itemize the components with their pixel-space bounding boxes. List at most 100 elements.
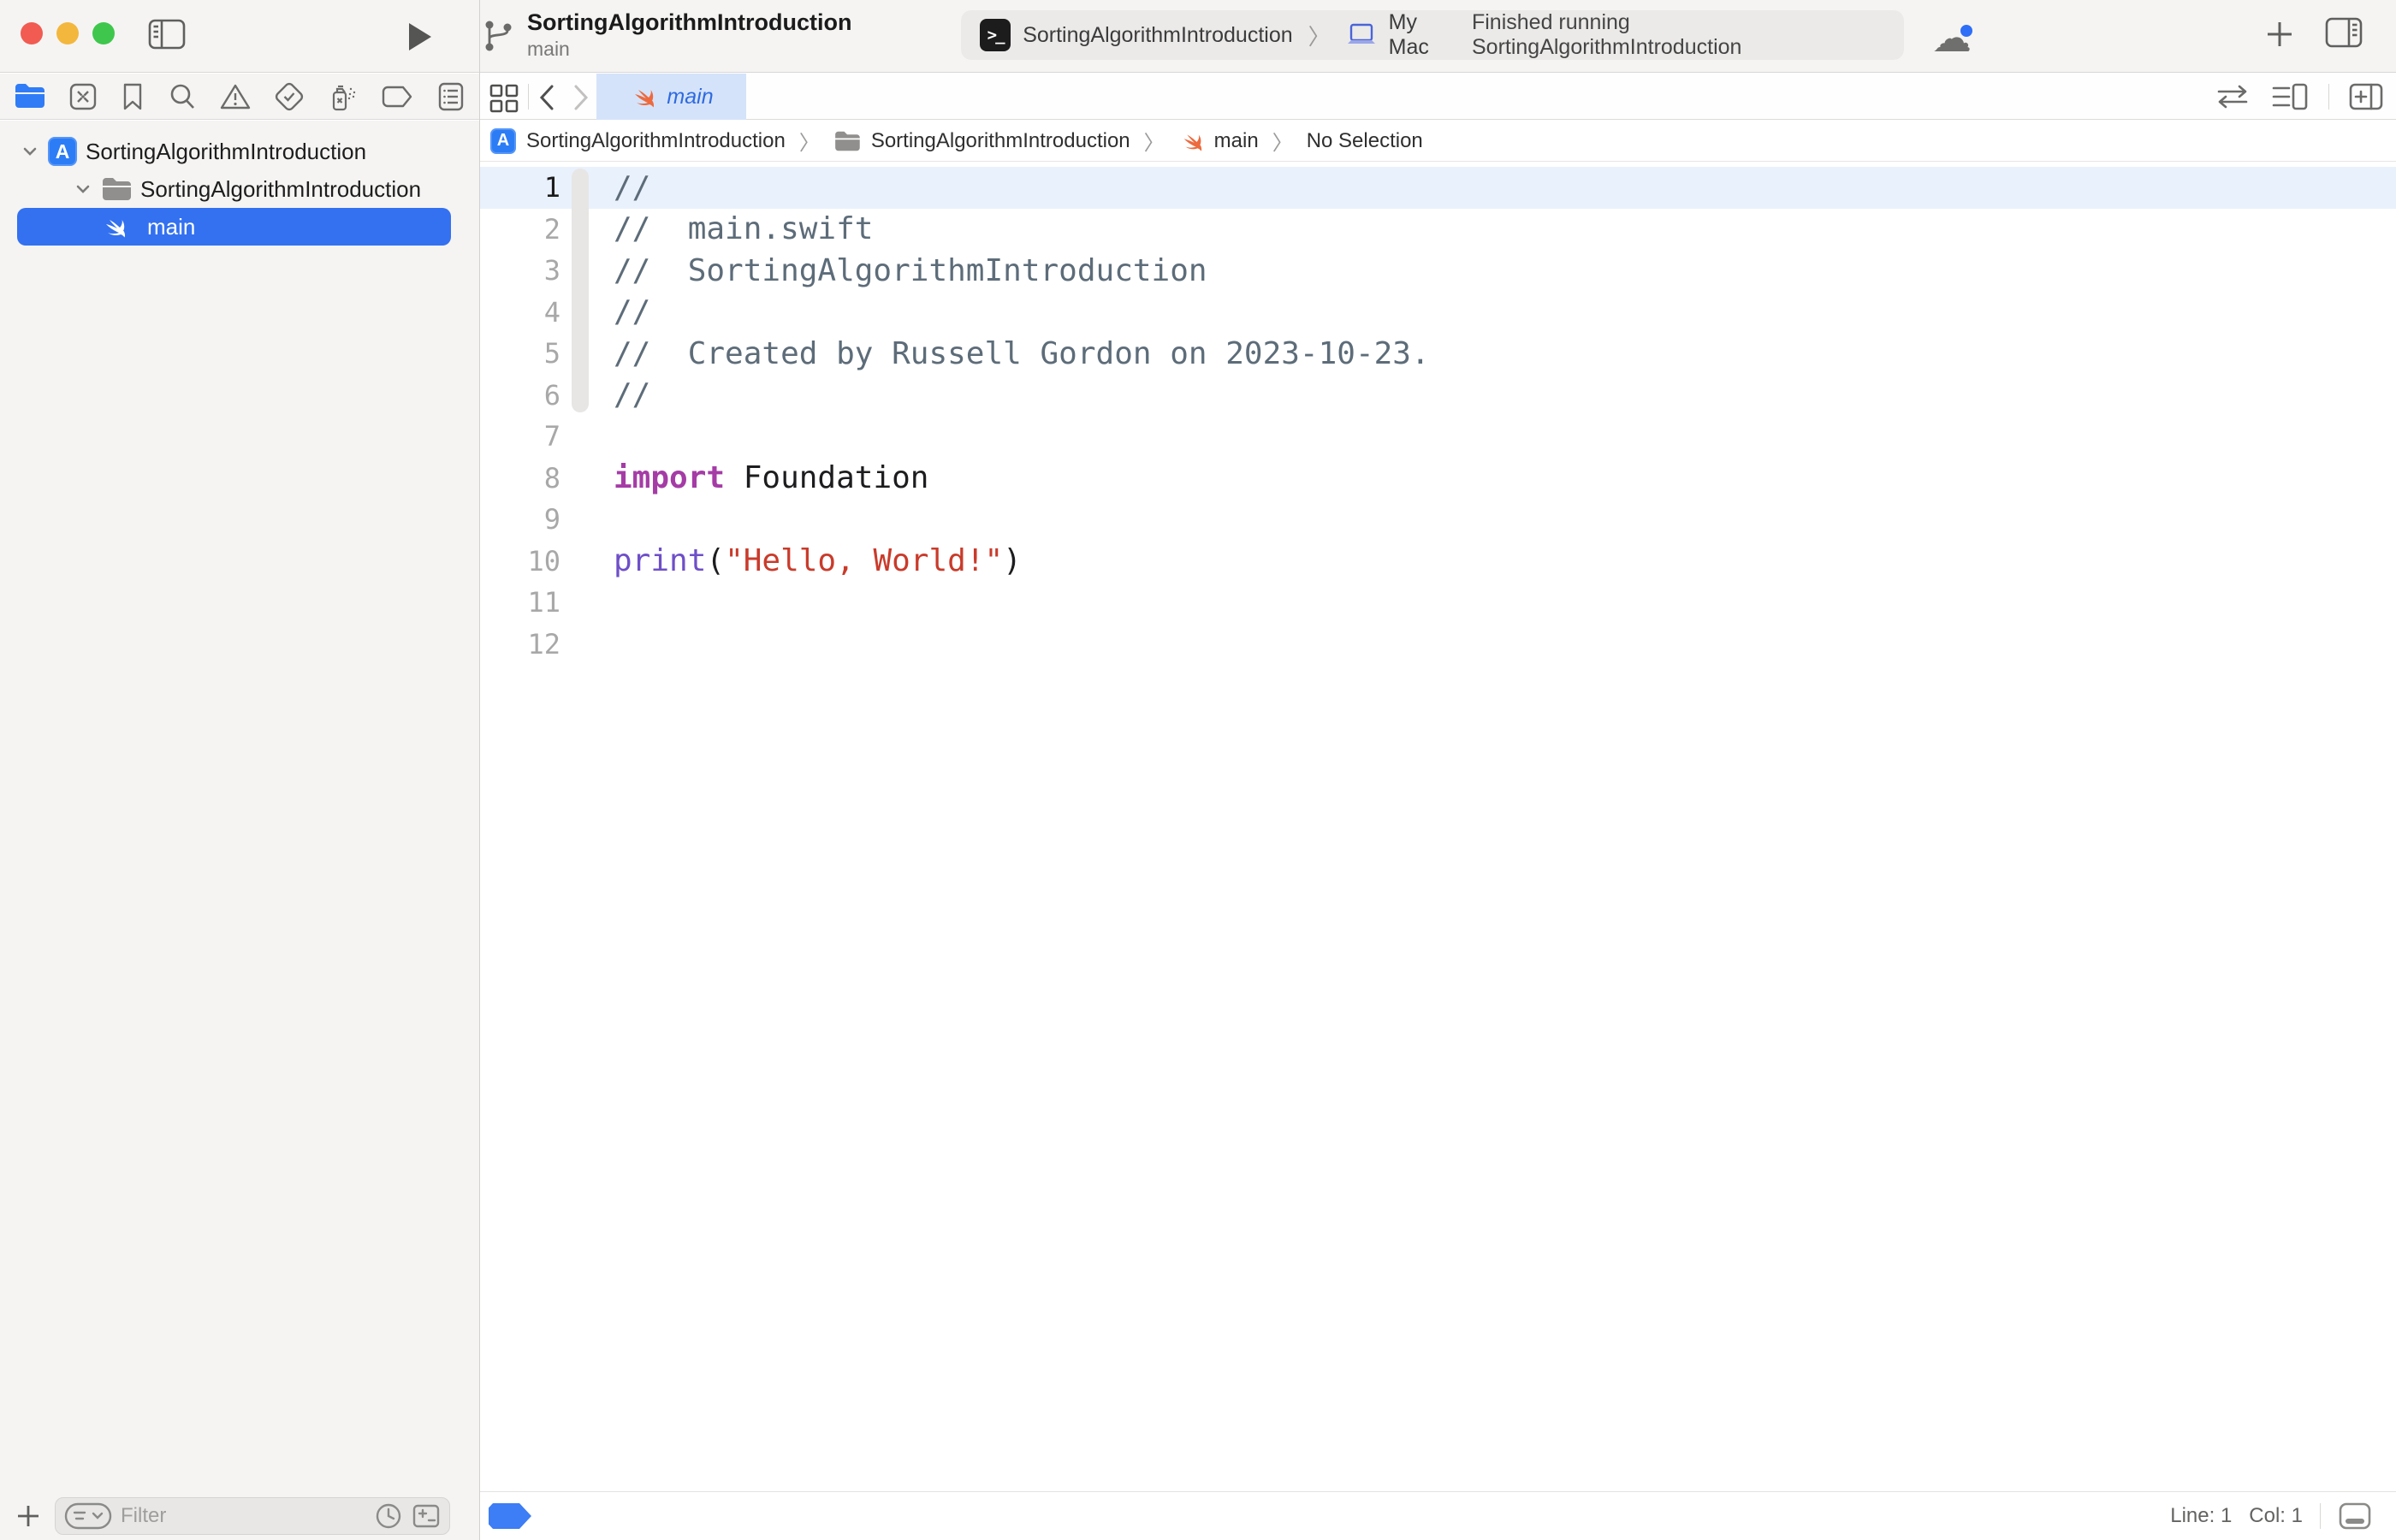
line-indicator: Line: 1: [2170, 1504, 2232, 1528]
code-line[interactable]: 1//: [480, 167, 2396, 209]
line-number[interactable]: 10: [480, 545, 560, 578]
breadcrumb-file[interactable]: main: [1214, 129, 1259, 153]
breadcrumb-selection[interactable]: No Selection: [1307, 129, 1423, 153]
line-number[interactable]: 8: [480, 462, 560, 495]
cloud-status-dot: [1958, 22, 1975, 39]
toolbar: SortingAlgorithmIntroduction main >_ Sor…: [0, 0, 2396, 73]
editor-controls: [2214, 74, 2384, 120]
find-navigator-icon[interactable]: [167, 81, 198, 112]
editor-options-icon[interactable]: [2270, 81, 2310, 112]
add-editor-icon[interactable]: [2348, 81, 2384, 112]
code-review-icon[interactable]: [2214, 83, 2251, 110]
go-back-icon[interactable]: [537, 82, 557, 113]
tree-item-project[interactable]: A SortingAlgorithmIntroduction: [0, 133, 479, 170]
code-line[interactable]: 8import Foundation: [480, 458, 2396, 500]
filter-menu-icon[interactable]: [64, 1502, 112, 1530]
laptop-icon: [1346, 22, 1377, 48]
sidebar-editor-divider[interactable]: [479, 0, 480, 1540]
activity-status-text: Finished running SortingAlgorithmIntrodu…: [1472, 10, 1885, 60]
swift-file-icon: [99, 214, 128, 240]
close-window-button[interactable]: [21, 22, 43, 44]
editor-tab-main[interactable]: main: [596, 74, 746, 120]
test-navigator-icon[interactable]: [273, 80, 305, 113]
status-divider: [2320, 1503, 2321, 1529]
code-line[interactable]: 6//: [480, 375, 2396, 417]
tree-item-group[interactable]: SortingAlgorithmIntroduction: [0, 170, 479, 208]
toggle-debug-area-icon[interactable]: [2338, 1502, 2372, 1531]
code-lines: 1//2// main.swift3// SortingAlgorithmInt…: [480, 163, 2396, 665]
source-control-filter-icon[interactable]: [412, 1503, 441, 1529]
line-number[interactable]: 1: [480, 171, 560, 204]
debug-navigator-icon[interactable]: [327, 80, 359, 113]
source-editor[interactable]: 1//2// main.swift3// SortingAlgorithmInt…: [480, 163, 2396, 1491]
breakpoints-toggle-icon[interactable]: [489, 1503, 531, 1529]
window-controls: [21, 22, 115, 44]
line-number[interactable]: 7: [480, 420, 560, 453]
issue-navigator-icon[interactable]: [219, 82, 252, 111]
run-button[interactable]: [406, 21, 435, 53]
code-text: print("Hello, World!"): [560, 543, 1022, 578]
tree-item-label: main: [147, 214, 195, 240]
breadcrumb-project[interactable]: SortingAlgorithmIntroduction: [526, 129, 786, 153]
report-navigator-icon[interactable]: [436, 81, 466, 112]
project-navigator-icon[interactable]: [14, 82, 46, 111]
toggle-inspector-sidebar-button[interactable]: [2324, 15, 2363, 50]
line-number[interactable]: 11: [480, 586, 560, 619]
scheme-separator: 〉: [1305, 20, 1334, 51]
toggle-navigator-sidebar-button[interactable]: [147, 17, 187, 51]
code-line[interactable]: 2// main.swift: [480, 209, 2396, 251]
code-line[interactable]: 12: [480, 624, 2396, 666]
line-number[interactable]: 5: [480, 337, 560, 370]
related-items-icon[interactable]: [487, 80, 521, 115]
code-line[interactable]: 7: [480, 416, 2396, 458]
tree-item-label: SortingAlgorithmIntroduction: [140, 176, 421, 203]
add-item-icon[interactable]: [14, 1502, 43, 1531]
branch-icon: [481, 16, 515, 54]
line-number[interactable]: 6: [480, 379, 560, 412]
project-navigator: A SortingAlgorithmIntroduction SortingAl…: [0, 121, 479, 1491]
filter-placeholder: Filter: [121, 1504, 365, 1528]
breadcrumb-group[interactable]: SortingAlgorithmIntroduction: [871, 129, 1130, 153]
filter-input[interactable]: Filter: [55, 1497, 450, 1535]
go-forward-icon[interactable]: [571, 82, 591, 113]
line-number[interactable]: 12: [480, 628, 560, 660]
disclosure-chevron-icon[interactable]: [74, 180, 92, 198]
active-scheme-summary[interactable]: SortingAlgorithmIntroduction main: [481, 9, 851, 61]
breakpoint-navigator-icon[interactable]: [381, 85, 415, 109]
code-text: import Foundation: [560, 460, 928, 495]
bookmark-navigator-icon[interactable]: [120, 81, 145, 112]
run-destination[interactable]: My Mac: [1389, 10, 1460, 60]
current-branch-label: main: [527, 37, 851, 61]
line-number[interactable]: 4: [480, 296, 560, 329]
navigator-selector-bar: [0, 74, 479, 120]
column-indicator: Col: 1: [2249, 1504, 2303, 1528]
line-number[interactable]: 2: [480, 213, 560, 246]
code-text: // SortingAlgorithmIntroduction: [560, 253, 1207, 288]
cursor-position-indicator: Line: 1 Col: 1: [2170, 1502, 2396, 1531]
disclosure-chevron-icon[interactable]: [21, 142, 39, 161]
code-line[interactable]: 10print("Hello, World!"): [480, 541, 2396, 583]
scheme-name[interactable]: SortingAlgorithmIntroduction: [1023, 23, 1292, 48]
breadcrumb-separator: 〉: [1141, 126, 1168, 156]
tree-item-label: SortingAlgorithmIntroduction: [86, 139, 366, 165]
code-text: // main.swift: [560, 211, 873, 246]
breadcrumb-separator: 〉: [796, 126, 823, 156]
code-line[interactable]: 4//: [480, 292, 2396, 334]
line-number[interactable]: 9: [480, 503, 560, 536]
code-line[interactable]: 9: [480, 499, 2396, 541]
cloud-sync-status[interactable]: ☁: [1932, 21, 1980, 55]
code-line[interactable]: 3// SortingAlgorithmIntroduction: [480, 250, 2396, 292]
code-fold-ribbon[interactable]: [572, 169, 589, 412]
tree-item-main-swift[interactable]: main: [17, 208, 451, 246]
line-number[interactable]: 3: [480, 254, 560, 287]
code-line[interactable]: 5// Created by Russell Gordon on 2023-10…: [480, 333, 2396, 375]
tab-bar-divider: [528, 84, 529, 110]
code-line[interactable]: 11: [480, 582, 2396, 624]
source-control-navigator-icon[interactable]: [68, 81, 98, 112]
library-add-button[interactable]: [2261, 15, 2298, 53]
minimize-window-button[interactable]: [56, 22, 79, 44]
scheme-destination-bar[interactable]: >_ SortingAlgorithmIntroduction 〉 My Mac…: [961, 10, 1904, 60]
app-project-icon: A: [48, 137, 77, 166]
zoom-window-button[interactable]: [92, 22, 115, 44]
recent-files-clock-icon[interactable]: [374, 1502, 403, 1531]
